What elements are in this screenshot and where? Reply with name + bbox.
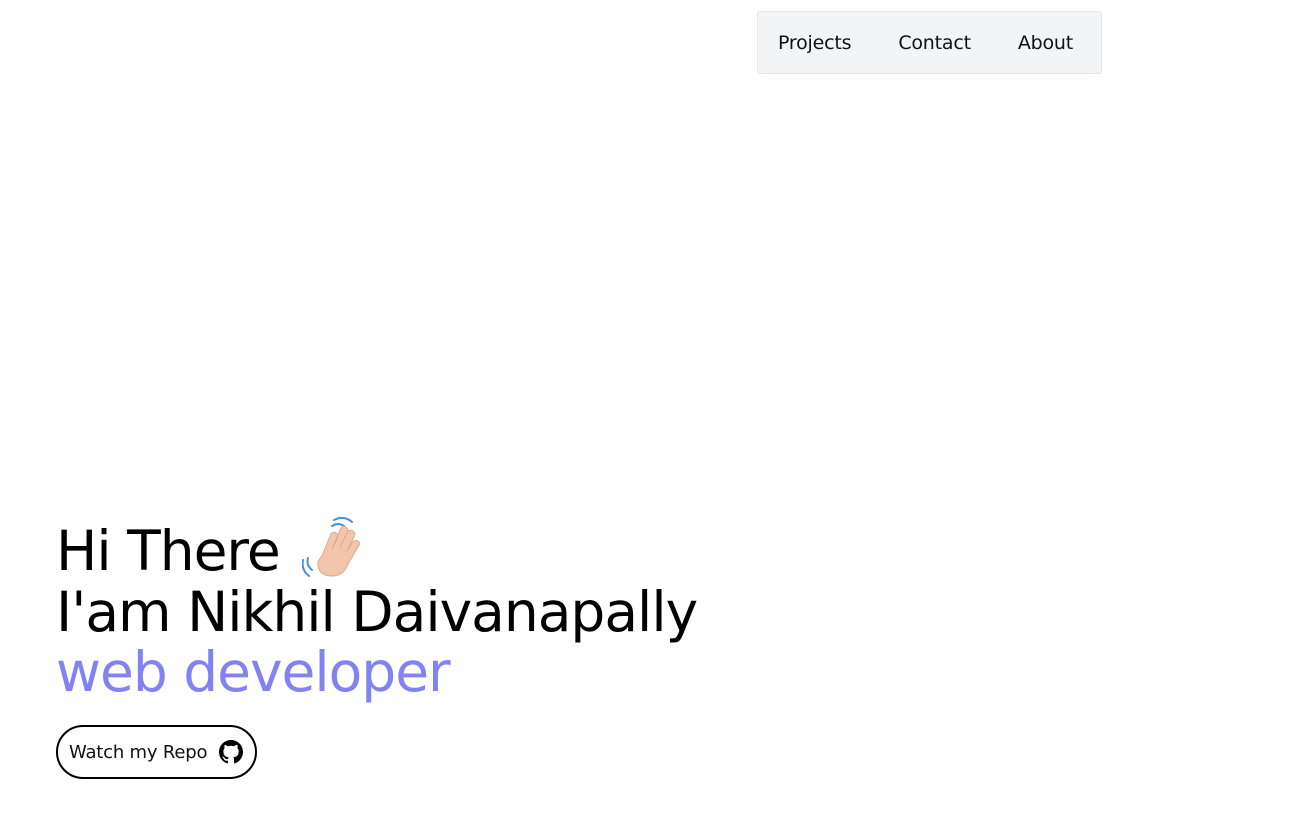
greeting-heading: Hi There: [56, 516, 697, 583]
role-heading: web developer: [56, 640, 451, 704]
watch-repo-button[interactable]: Watch my Repo: [56, 725, 258, 779]
nav-link-projects[interactable]: Projects: [778, 32, 852, 54]
top-nav: Projects Contact About: [757, 11, 1102, 74]
github-icon: [219, 740, 244, 764]
hero-section: Hi There I'am Nikhil Daivanapally web de…: [56, 516, 698, 704]
greeting-text: Hi There: [56, 519, 281, 583]
waving-hand-icon: [301, 516, 368, 582]
page: Projects Contact About Hi There I'am Nik…: [0, 0, 1312, 823]
repo-button-label: Watch my Repo: [69, 741, 208, 763]
nav-link-about[interactable]: About: [1018, 32, 1073, 54]
nav-link-contact[interactable]: Contact: [898, 32, 971, 54]
name-heading: I'am Nikhil Daivanapally: [56, 580, 698, 644]
